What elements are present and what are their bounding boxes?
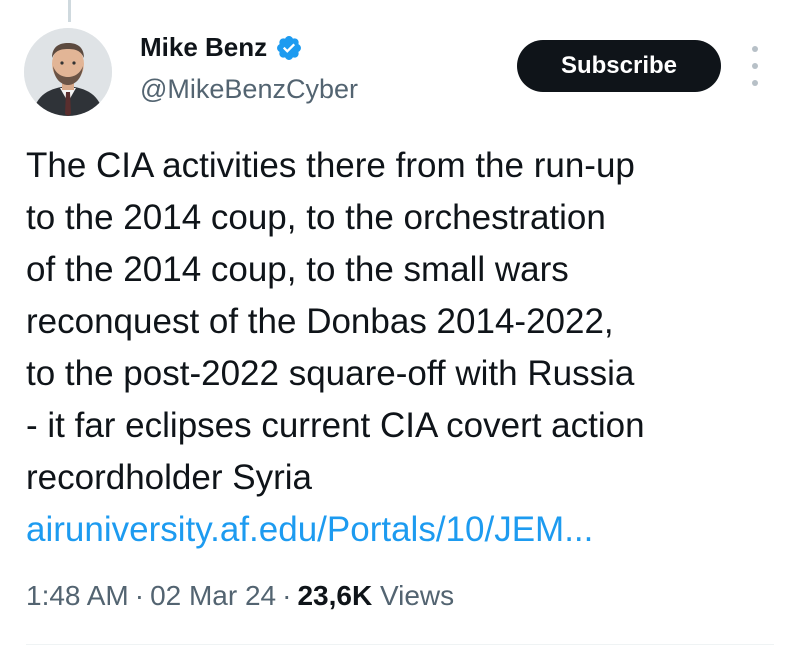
- tweet-link[interactable]: airuniversity.af.edu/Portals/10/JEM...: [26, 504, 786, 556]
- tweet-text-line: - it far eclipses current CIA covert act…: [26, 406, 645, 445]
- views-count[interactable]: 23,6K: [297, 580, 372, 611]
- more-dot: [752, 46, 758, 52]
- meta-separator: ·: [282, 580, 292, 611]
- tweet-text-line: to the post-2022 square-off with Russia: [26, 354, 635, 393]
- more-dot: [752, 80, 758, 86]
- tweet-text-line: recordholder Syria: [26, 458, 312, 497]
- tweet-text-line: The CIA activities there from the run-up: [26, 146, 635, 185]
- more-dot: [752, 63, 758, 69]
- tweet-metadata: 1:48 AM · 02 Mar 24 · 23,6K Views: [26, 580, 454, 612]
- avatar[interactable]: [24, 28, 112, 116]
- more-vertical-icon[interactable]: [748, 46, 762, 86]
- author-name-row: Mike Benz: [140, 32, 303, 63]
- divider: [26, 644, 774, 645]
- views-label: Views: [379, 580, 455, 611]
- tweet-text-line: reconquest of the Donbas 2014-2022,: [26, 302, 614, 341]
- tweet-date[interactable]: 02 Mar 24: [150, 580, 276, 611]
- tweet-time[interactable]: 1:48 AM: [26, 580, 129, 611]
- tweet-text-line: of the 2014 coup, to the small wars: [26, 250, 569, 289]
- author-handle[interactable]: @MikeBenzCyber: [140, 74, 358, 105]
- tweet-text: The CIA activities there from the run-up…: [26, 140, 786, 556]
- meta-separator: ·: [134, 580, 145, 611]
- avatar-image: [24, 28, 112, 116]
- subscribe-button[interactable]: Subscribe: [517, 40, 721, 92]
- author-display-name[interactable]: Mike Benz: [140, 32, 267, 63]
- tweet-card: Mike Benz @MikeBenzCyber Subscribe The C…: [0, 0, 800, 656]
- verified-badge-icon[interactable]: [275, 34, 303, 62]
- tweet-text-line: to the 2014 coup, to the orchestration: [26, 198, 606, 237]
- thread-connector-line: [68, 0, 71, 22]
